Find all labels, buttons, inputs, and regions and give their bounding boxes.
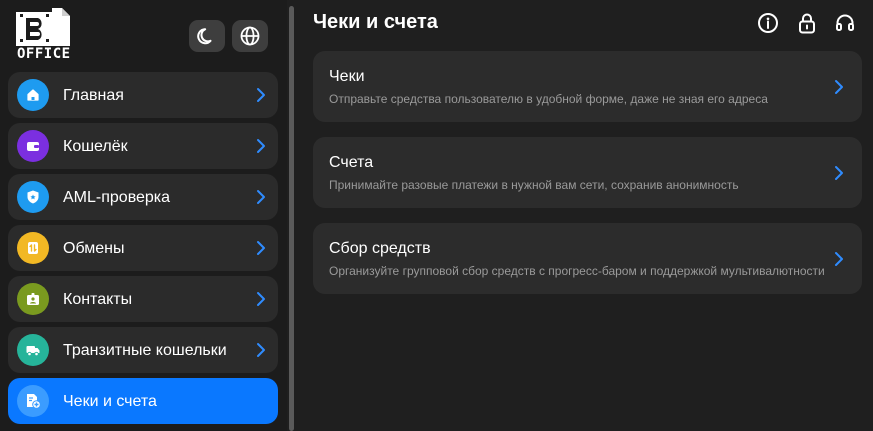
shield-icon xyxy=(17,181,49,213)
sidebar-item-label: Обмены xyxy=(63,240,125,257)
sidebar-scrollbar[interactable] xyxy=(289,6,294,431)
sidebar: OFFICE Главная Кошелёк AML-проверка Обме… xyxy=(0,0,287,431)
page-title: Чеки и счета xyxy=(313,11,438,33)
chevron-right-icon xyxy=(257,292,265,306)
sidebar-item-checks-and-invoices[interactable]: Чеки и счета xyxy=(8,378,278,424)
chevron-right-icon xyxy=(257,190,265,204)
sidebar-item-contacts[interactable]: Контакты xyxy=(8,276,278,322)
sidebar-item-wallet[interactable]: Кошелёк xyxy=(8,123,278,169)
chevron-right-icon xyxy=(257,88,265,102)
chevron-right-icon xyxy=(257,241,265,255)
sidebar-item-label: Кошелёк xyxy=(63,138,128,155)
sidebar-item-label: Главная xyxy=(63,87,124,104)
chevron-right-icon xyxy=(257,343,265,357)
moon-icon xyxy=(197,28,212,45)
card-invoices[interactable]: Счета Принимайте разовые платежи в нужно… xyxy=(313,137,862,208)
sidebar-item-label: Чеки и счета xyxy=(63,393,157,410)
card-title: Счета xyxy=(329,154,374,171)
globe-icon xyxy=(240,26,260,46)
card-fundraising[interactable]: Сбор средств Организуйте групповой сбор … xyxy=(313,223,862,294)
headset-icon[interactable] xyxy=(834,12,856,34)
info-icon[interactable] xyxy=(757,12,779,34)
truck-icon xyxy=(17,334,49,366)
chevron-right-icon xyxy=(835,80,843,94)
sidebar-item-aml-check[interactable]: AML-проверка xyxy=(8,174,278,220)
card-title: Чеки xyxy=(329,68,365,85)
card-description: Организуйте групповой сбор средств с про… xyxy=(329,264,825,278)
card-checks[interactable]: Чеки Отправьте средства пользователю в у… xyxy=(313,51,862,122)
sidebar-item-label: Транзитные кошельки xyxy=(63,342,227,359)
chevron-right-icon xyxy=(835,252,843,266)
card-description: Принимайте разовые платежи в нужной вам … xyxy=(329,178,739,192)
exchange-icon xyxy=(17,232,49,264)
lock-icon[interactable] xyxy=(796,12,818,34)
card-title: Сбор средств xyxy=(329,240,431,257)
theme-toggle-button[interactable] xyxy=(189,20,225,52)
wallet-icon xyxy=(17,130,49,162)
language-button[interactable] xyxy=(232,20,268,52)
sidebar-item-label: AML-проверка xyxy=(63,189,171,206)
chevron-right-icon xyxy=(257,139,265,153)
sidebar-item-home[interactable]: Главная xyxy=(8,72,278,118)
sidebar-item-label: Контакты xyxy=(63,291,133,308)
chevron-right-icon xyxy=(835,166,843,180)
logo-text: OFFICE xyxy=(17,46,71,62)
card-description: Отправьте средства пользователю в удобно… xyxy=(329,92,768,106)
sidebar-item-exchanges[interactable]: Обмены xyxy=(8,225,278,271)
sidebar-item-transit-wallets[interactable]: Транзитные кошельки xyxy=(8,327,278,373)
invoice-add-icon xyxy=(17,385,49,417)
contact-card-icon xyxy=(17,283,49,315)
home-icon xyxy=(17,79,49,111)
